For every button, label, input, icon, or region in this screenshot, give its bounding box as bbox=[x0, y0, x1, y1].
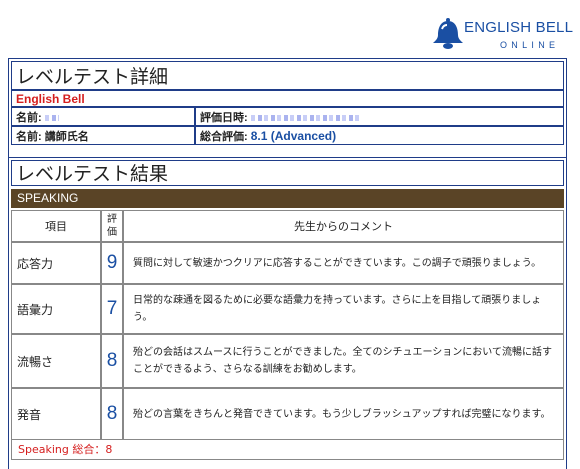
row-score: 7 bbox=[101, 284, 123, 334]
results-card: レベルテスト結果 SPEAKING 項目 評価 先生からのコメント 応答力 9 … bbox=[8, 157, 567, 469]
row-comment: 日常的な疎通を図るために必要な語彙力を持っています。さらに上を目指して頑張りまし… bbox=[123, 284, 564, 334]
teacher-label: 名前: 講師氏名 bbox=[16, 130, 89, 143]
details-card: レベルテスト詳細 English Bell 名前: 評価日時: 名前: 講師氏名… bbox=[8, 58, 567, 158]
student-name-cell: 名前: bbox=[11, 107, 195, 126]
overall-value: 8.1 (Advanced) bbox=[250, 128, 337, 143]
row-comment: 殆どの言葉をきちんと発音できています。もう少しブラッシュアップすれば完璧になりま… bbox=[123, 388, 564, 440]
row-score: 8 bbox=[101, 388, 123, 440]
table-row: 流暢さ 8 殆どの会話はスムースに行うことができました。全てのシチュエーションに… bbox=[11, 334, 564, 388]
teacher-name-cell: 名前: 講師氏名 bbox=[11, 126, 195, 145]
header-comment: 先生からのコメント bbox=[123, 210, 564, 242]
results-title: レベルテスト結果 bbox=[11, 160, 564, 186]
table-row: 語彙力 7 日常的な疎通を図るために必要な語彙力を持っています。さらに上を目指し… bbox=[11, 284, 564, 334]
row-comment: 質問に対して敏速かつクリアに応答することができています。この調子で頑張りましょう… bbox=[123, 242, 564, 284]
speaking-table: 項目 評価 先生からのコメント 応答力 9 質問に対して敏速かつクリアに応答する… bbox=[11, 210, 564, 440]
row-score: 8 bbox=[101, 334, 123, 388]
header-rating: 評価 bbox=[101, 210, 123, 242]
logo-subtext: ONLINE bbox=[500, 40, 560, 50]
details-table: レベルテスト詳細 English Bell 名前: 評価日時: 名前: 講師氏名… bbox=[11, 61, 564, 145]
date-label: 評価日時: bbox=[200, 111, 248, 124]
table-header-row: 項目 評価 先生からのコメント bbox=[11, 210, 564, 242]
evaluation-date-cell: 評価日時: bbox=[195, 107, 564, 126]
header-item: 項目 bbox=[11, 210, 101, 242]
overall-rating-cell: 総合評価: 8.1 (Advanced) bbox=[195, 126, 564, 145]
redacted-date bbox=[250, 114, 361, 121]
row-item: 語彙力 bbox=[11, 284, 101, 334]
overall-label: 総合評価: bbox=[200, 130, 248, 143]
row-comment: 殆どの会話はスムースに行うことができました。全てのシチュエーションにおいて流暢に… bbox=[123, 334, 564, 388]
speaking-total: Speaking 総合：8 bbox=[11, 440, 564, 460]
english-bell-logo[interactable]: ENGLISH BELL ONLINE bbox=[430, 17, 574, 57]
speaking-section-header: SPEAKING bbox=[11, 189, 564, 208]
name-label: 名前: bbox=[16, 111, 42, 124]
redacted-name bbox=[44, 114, 59, 121]
bell-icon bbox=[433, 18, 463, 49]
brand-name: English Bell bbox=[11, 90, 564, 107]
row-item: 発音 bbox=[11, 388, 101, 440]
row-score: 9 bbox=[101, 242, 123, 284]
row-item: 応答力 bbox=[11, 242, 101, 284]
row-item: 流暢さ bbox=[11, 334, 101, 388]
details-title: レベルテスト詳細 bbox=[11, 61, 564, 90]
table-row: 応答力 9 質問に対して敏速かつクリアに応答することができています。この調子で頑… bbox=[11, 242, 564, 284]
logo-text: ENGLISH BELL bbox=[464, 19, 574, 36]
table-row: 発音 8 殆どの言葉をきちんと発音できています。もう少しブラッシュアップすれば完… bbox=[11, 388, 564, 440]
